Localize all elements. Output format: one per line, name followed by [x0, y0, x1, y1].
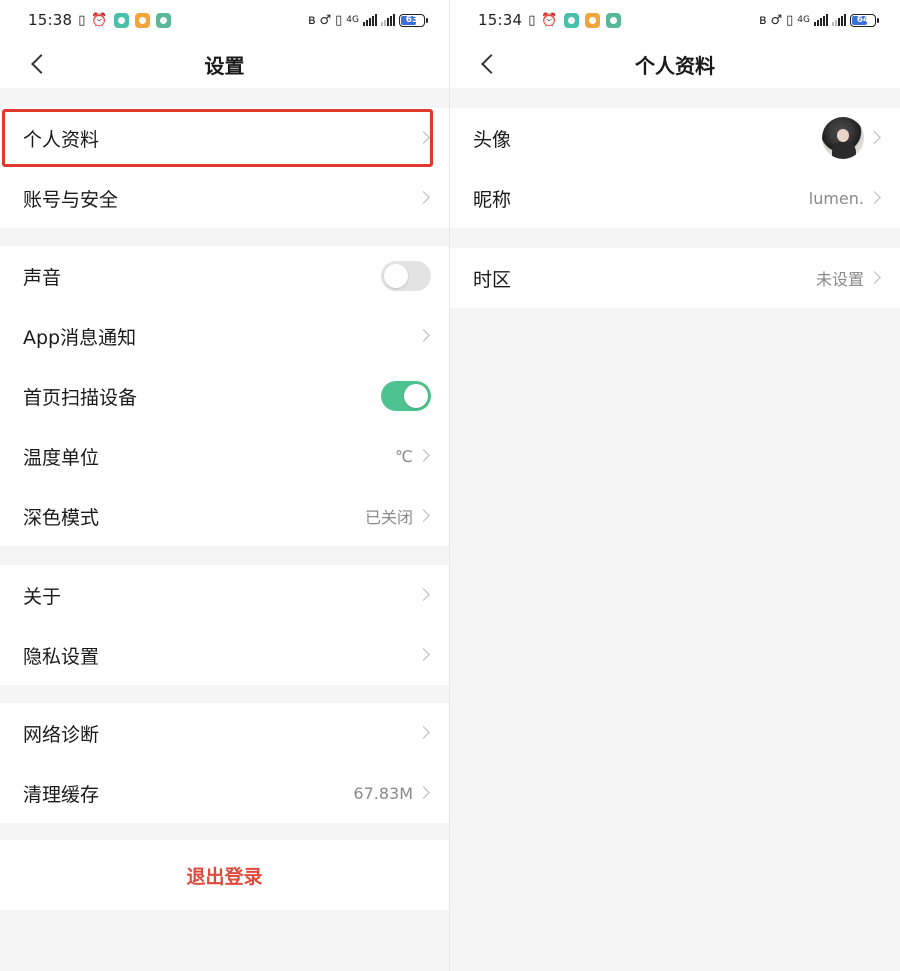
signal-icon	[814, 14, 828, 26]
chevron-right-icon	[419, 589, 431, 601]
alarm-icon: ⏰	[91, 12, 108, 28]
status-time: 15:38	[28, 11, 73, 29]
nav-bar: 设置	[0, 40, 449, 88]
app-notification-icon	[155, 12, 171, 28]
settings-group-preferences: 声音 App消息通知 首页扫描设备 温度单位 ℃ 深色模式 已关闭	[0, 246, 449, 546]
nfc-icon: ▯	[786, 12, 794, 28]
settings-group-about: 关于 隐私设置	[0, 565, 449, 685]
settings-item-account-security[interactable]: 账号与安全	[0, 168, 449, 228]
bluetooth-icon: ʙ	[758, 12, 767, 28]
settings-item-value: ℃	[395, 446, 413, 466]
avatar	[822, 117, 864, 159]
settings-item-label: 清理缓存	[23, 783, 100, 806]
profile-group-basic: 头像 昵称 lumen.	[450, 108, 900, 228]
settings-item-label: 温度单位	[23, 446, 100, 469]
settings-item-label: App消息通知	[23, 326, 137, 349]
settings-item-label: 首页扫描设备	[23, 386, 138, 409]
status-bar: 15:38 ▯ ⏰ ʙ ♂ ▯ 4G 63	[0, 0, 449, 40]
chevron-right-icon	[419, 132, 431, 144]
battery-level: 63	[405, 15, 419, 25]
profile-group-timezone: 时区 未设置	[450, 248, 900, 308]
timezone-value: 未设置	[815, 270, 864, 289]
headset-icon: ♂	[770, 12, 783, 28]
settings-item-value: 已关闭	[364, 508, 413, 527]
chevron-right-icon	[870, 132, 882, 144]
back-arrow-icon[interactable]	[28, 52, 50, 76]
home-scan-toggle[interactable]	[381, 381, 431, 411]
status-right: ʙ ♂ ▯ 4G 64	[758, 12, 879, 28]
app-notification-icon	[563, 12, 579, 28]
logout-label: 退出登录	[186, 865, 263, 888]
settings-item-network-diagnosis[interactable]: 网络诊断	[0, 703, 449, 763]
chevron-right-icon	[419, 192, 431, 204]
page-title: 个人资料	[635, 53, 715, 78]
battery-icon: 63	[399, 13, 428, 27]
profile-item-timezone[interactable]: 时区 未设置	[450, 248, 900, 308]
app-notification-icon	[584, 12, 600, 28]
status-bar: 15:34 ▯ ⏰ ʙ ♂ ▯ 4G 64	[450, 0, 900, 40]
settings-item-label: 账号与安全	[23, 188, 119, 211]
chevron-right-icon	[419, 649, 431, 661]
settings-item-label: 隐私设置	[23, 645, 100, 668]
settings-group-profile: 个人资料 账号与安全	[0, 108, 449, 228]
settings-item-label: 网络诊断	[23, 723, 100, 746]
status-left: 15:38 ▯ ⏰	[28, 11, 171, 29]
chevron-right-icon	[419, 330, 431, 342]
settings-item-app-notification[interactable]: App消息通知	[0, 306, 449, 366]
signal-icon	[832, 14, 846, 26]
status-right: ʙ ♂ ▯ 4G 63	[307, 12, 428, 28]
alarm-icon: ⏰	[541, 12, 558, 28]
app-notification-icon	[605, 12, 621, 28]
profile-item-label: 头像	[473, 128, 512, 151]
back-arrow-icon[interactable]	[478, 52, 500, 76]
settings-item-temperature-unit[interactable]: 温度单位 ℃	[0, 426, 449, 486]
sound-toggle[interactable]	[381, 261, 431, 291]
chevron-right-icon	[419, 727, 431, 739]
settings-screen: 15:38 ▯ ⏰ ʙ ♂ ▯ 4G 63 设置 个人资料 账号与安全 声音 A…	[0, 0, 450, 971]
settings-item-label: 声音	[23, 266, 62, 289]
nav-bar: 个人资料	[450, 40, 900, 88]
network-type: 4G	[346, 15, 359, 25]
network-type: 4G	[797, 15, 810, 25]
settings-item-label: 深色模式	[23, 506, 100, 529]
signal-icon	[363, 14, 377, 26]
settings-item-home-scan[interactable]: 首页扫描设备	[0, 366, 449, 426]
status-time: 15:34	[478, 11, 523, 29]
settings-item-profile[interactable]: 个人资料	[0, 108, 449, 168]
screenshot-stage: 15:38 ▯ ⏰ ʙ ♂ ▯ 4G 63 设置 个人资料 账号与安全 声音 A…	[0, 0, 900, 971]
chevron-right-icon	[419, 787, 431, 799]
app-notification-icon	[113, 12, 129, 28]
chevron-right-icon	[419, 510, 431, 522]
vibrate-icon: ▯	[528, 12, 536, 28]
chevron-right-icon	[419, 450, 431, 462]
nickname-value: lumen.	[808, 188, 864, 208]
settings-item-dark-mode[interactable]: 深色模式 已关闭	[0, 486, 449, 546]
settings-group-maintenance: 网络诊断 清理缓存 67.83M	[0, 703, 449, 823]
chevron-right-icon	[870, 192, 882, 204]
nfc-icon: ▯	[335, 12, 343, 28]
signal-icon	[381, 14, 395, 26]
settings-item-privacy[interactable]: 隐私设置	[0, 625, 449, 685]
profile-item-nickname[interactable]: 昵称 lumen.	[450, 168, 900, 228]
status-left: 15:34 ▯ ⏰	[478, 11, 621, 29]
profile-item-label: 时区	[473, 268, 512, 291]
profile-item-label: 昵称	[473, 188, 512, 211]
settings-item-label: 个人资料	[23, 128, 100, 151]
app-notification-icon	[134, 12, 150, 28]
battery-level: 64	[856, 15, 870, 25]
settings-item-sound[interactable]: 声音	[0, 246, 449, 306]
bluetooth-icon: ʙ	[307, 12, 316, 28]
page-title: 设置	[204, 53, 245, 78]
logout-button[interactable]: 退出登录	[0, 840, 449, 910]
profile-item-avatar[interactable]: 头像	[450, 108, 900, 168]
settings-item-clear-cache[interactable]: 清理缓存 67.83M	[0, 763, 449, 823]
headset-icon: ♂	[319, 12, 332, 28]
chevron-right-icon	[870, 272, 882, 284]
cache-size: 67.83M	[353, 783, 413, 803]
battery-icon: 64	[850, 13, 879, 27]
vibrate-icon: ▯	[78, 12, 86, 28]
settings-item-label: 关于	[23, 585, 62, 608]
settings-item-about[interactable]: 关于	[0, 565, 449, 625]
profile-screen: 15:34 ▯ ⏰ ʙ ♂ ▯ 4G 64 个人资料 头像 昵称 lumen. …	[450, 0, 900, 971]
